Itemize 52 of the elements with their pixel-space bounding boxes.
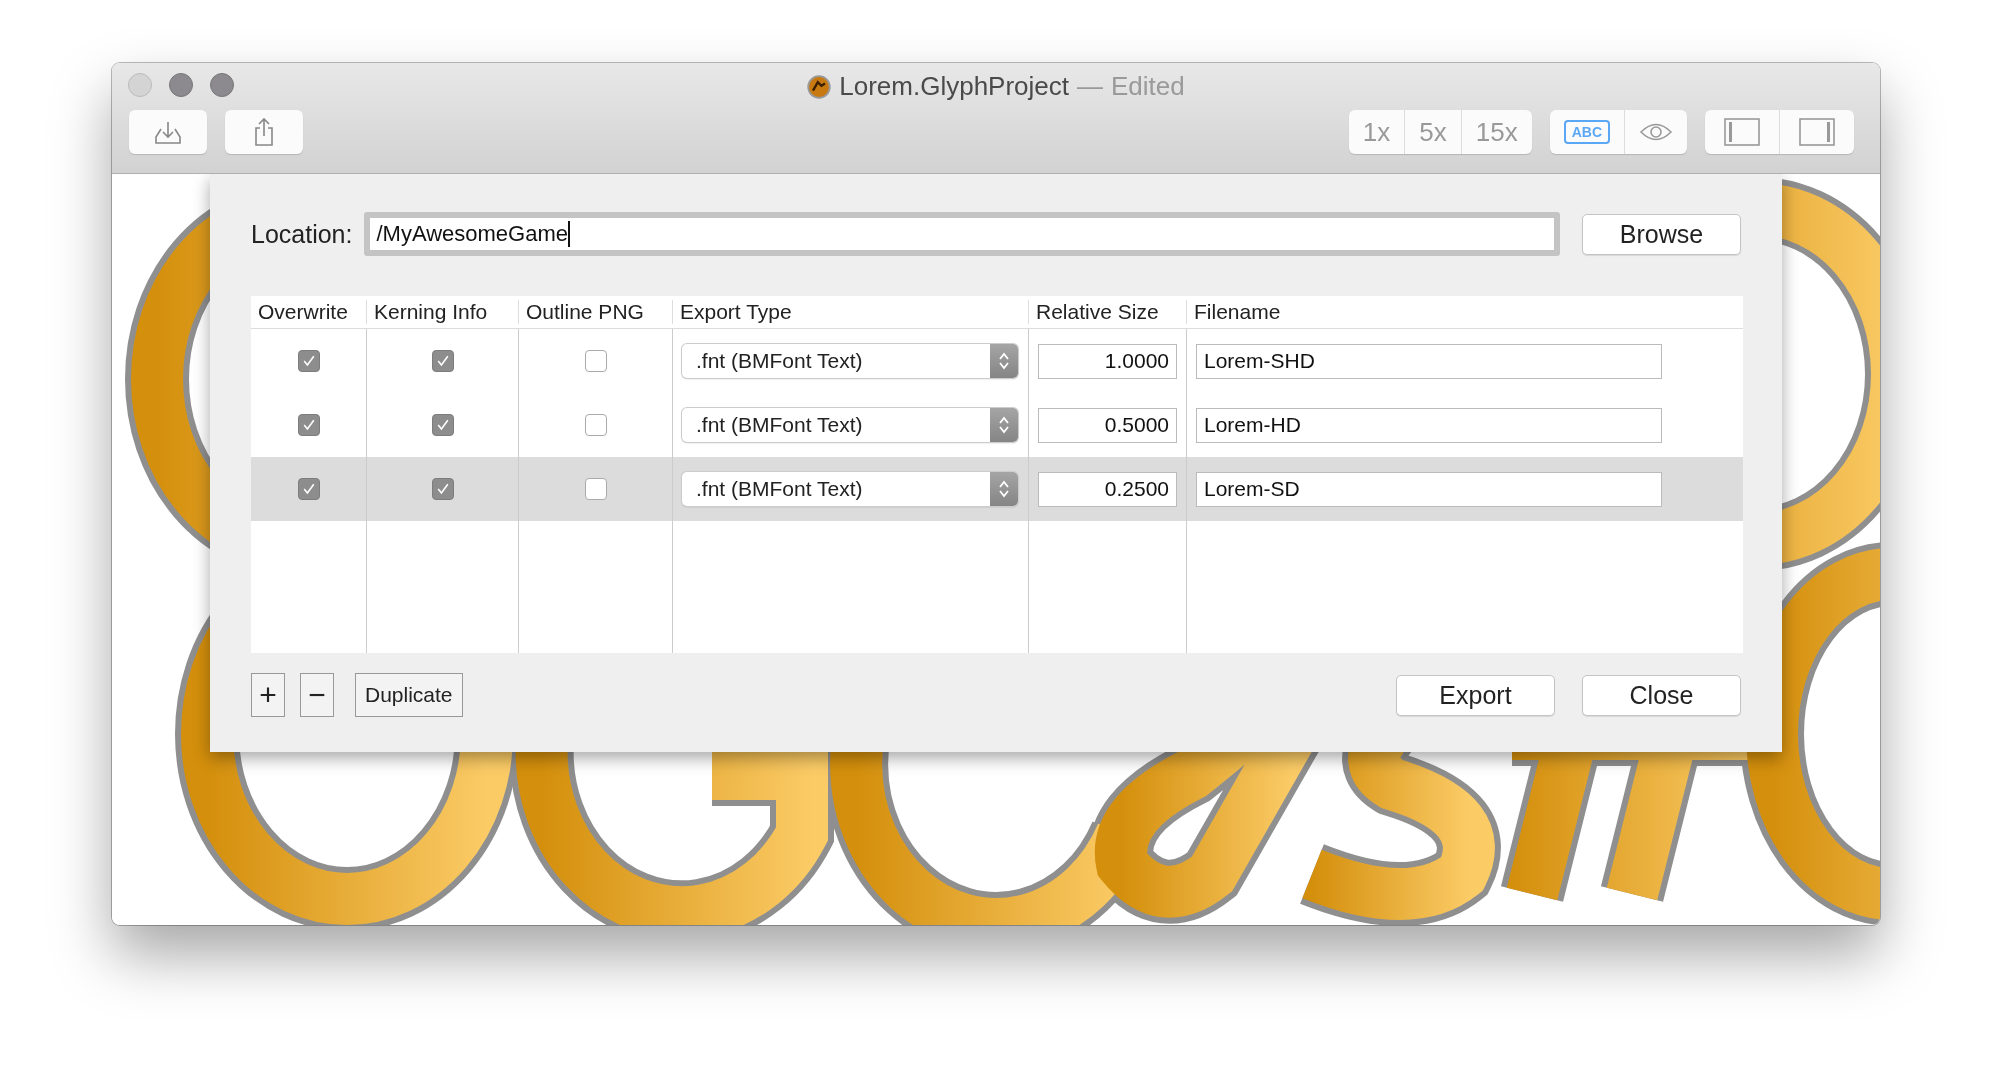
filename-field[interactable]: Lorem-HD <box>1196 407 1662 443</box>
column-header[interactable]: Overwrite <box>251 300 366 324</box>
zoom-button[interactable] <box>210 73 234 97</box>
column-header[interactable]: Outline PNG <box>518 300 672 324</box>
location-label: Location: <box>251 219 353 249</box>
import-button[interactable] <box>129 110 207 154</box>
relative-size-field[interactable]: 0.5000 <box>1038 407 1177 443</box>
filename-field[interactable]: Lorem-SHD <box>1196 343 1662 379</box>
export-type-dropdown[interactable]: .fnt (BMFont Text) <box>682 344 1018 378</box>
column-header[interactable]: Kerning Info <box>366 300 518 324</box>
close-sheet-button[interactable]: Close <box>1582 674 1741 716</box>
share-button[interactable] <box>225 110 303 154</box>
edited-status: Edited <box>1111 71 1185 102</box>
filename-field[interactable]: Lorem-SD <box>1196 471 1662 507</box>
export-type-dropdown[interactable]: .fnt (BMFont Text) <box>682 408 1018 442</box>
location-field[interactable]: /MyAwesomeGame <box>364 212 1560 256</box>
table-row[interactable]: .fnt (BMFont Text) 0.2500 Lorem-SD <box>251 457 1743 521</box>
checkbox[interactable] <box>297 350 320 372</box>
updown-icon <box>990 344 1018 378</box>
checkbox[interactable] <box>584 478 607 500</box>
table-row[interactable]: .fnt (BMFont Text) 1.0000 Lorem-SHD <box>251 329 1743 393</box>
export-button[interactable]: Export <box>1396 674 1555 716</box>
close-button[interactable] <box>128 73 152 97</box>
share-icon <box>252 117 276 147</box>
right-sidebar-icon <box>1799 118 1835 146</box>
remove-button[interactable]: − <box>300 673 334 717</box>
eye-icon <box>1639 121 1673 143</box>
add-button[interactable]: + <box>251 673 285 717</box>
column-header[interactable]: Filename <box>1186 300 1743 324</box>
column-header[interactable]: Relative Size <box>1028 300 1186 324</box>
checkbox[interactable] <box>297 478 320 500</box>
title-separator: — <box>1077 71 1103 102</box>
app-icon <box>807 74 832 99</box>
relative-size-field[interactable]: 0.2500 <box>1038 471 1177 507</box>
browse-button[interactable]: Browse <box>1582 213 1741 255</box>
duplicate-button[interactable]: Duplicate <box>355 673 463 717</box>
checkbox[interactable] <box>584 414 607 436</box>
updown-icon <box>990 408 1018 442</box>
checkbox[interactable] <box>431 478 454 500</box>
checkbox[interactable] <box>431 350 454 372</box>
checkbox[interactable] <box>431 414 454 436</box>
relative-size-field[interactable]: 1.0000 <box>1038 343 1177 379</box>
left-sidebar-icon <box>1724 118 1760 146</box>
export-type-dropdown[interactable]: .fnt (BMFont Text) <box>682 472 1018 506</box>
window-title: Lorem.GlyphProject <box>839 71 1069 102</box>
column-header[interactable]: Export Type <box>672 300 1028 324</box>
minimize-button[interactable] <box>169 73 193 97</box>
checkbox[interactable] <box>297 414 320 436</box>
checkbox[interactable] <box>584 350 607 372</box>
table-row[interactable]: .fnt (BMFont Text) 0.5000 Lorem-HD <box>251 393 1743 457</box>
updown-icon <box>990 472 1018 506</box>
import-icon <box>153 119 183 145</box>
